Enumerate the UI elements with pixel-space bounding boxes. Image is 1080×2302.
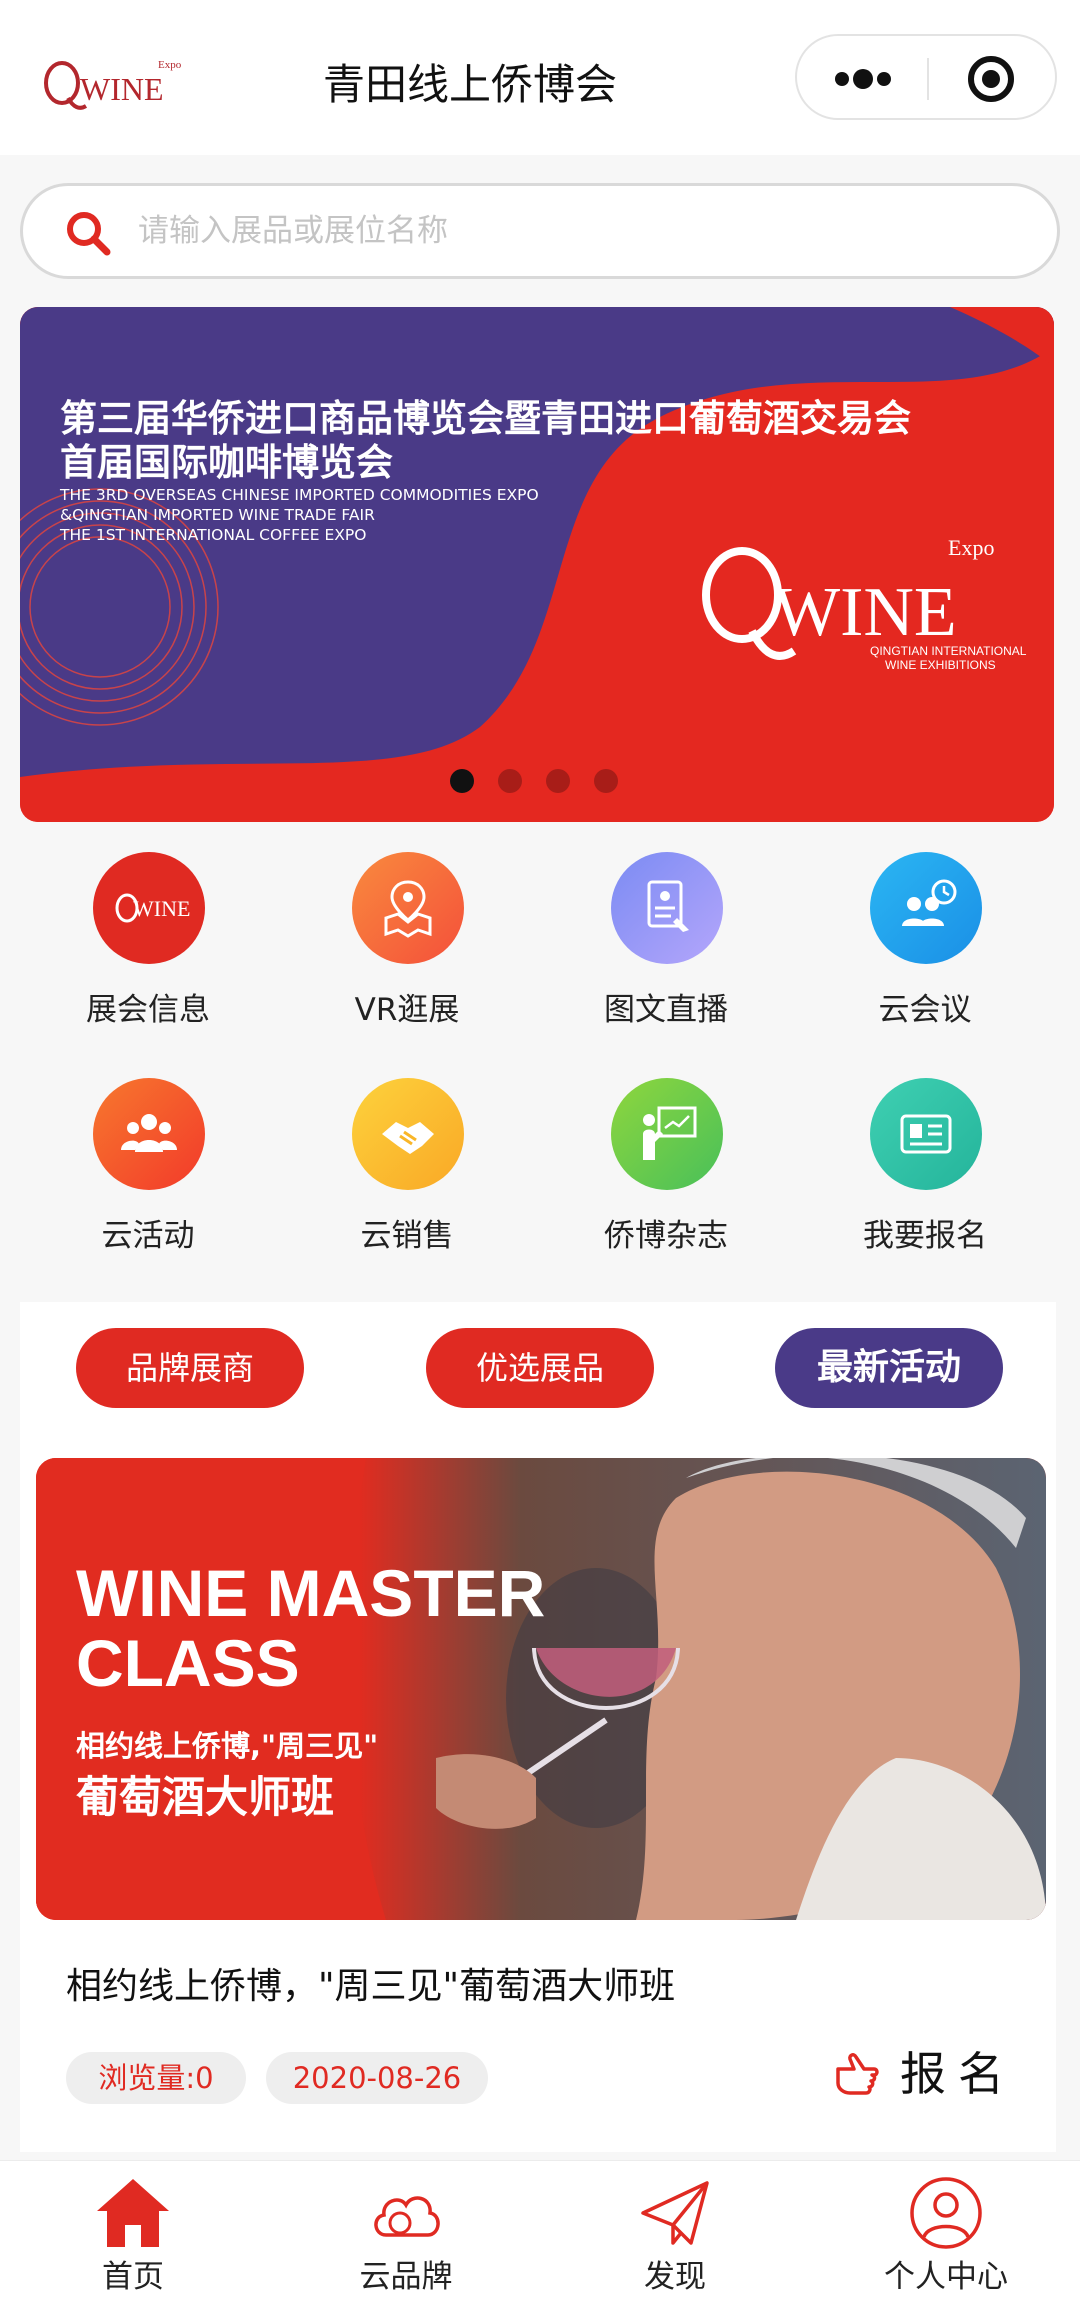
cover-chinese-title: 葡萄酒大师班 [76, 1773, 334, 1823]
nav-label: 发现 [644, 2259, 706, 2295]
svg-text:Expo: Expo [158, 59, 182, 71]
carousel-indicator [450, 769, 650, 795]
more-dots-icon [835, 69, 891, 89]
cover-headline-line2: CLASS [76, 1626, 300, 1700]
cover-subtitle: 相约线上侨博,"周三见" [76, 1729, 379, 1763]
banner-en-line2: &QINGTIAN IMPORTED WINE TRADE FAIR [60, 506, 375, 524]
menu-vr-tour[interactable]: VR逛展 [307, 852, 507, 1052]
pointing-hand-icon [836, 2053, 879, 2095]
tab-featured-products[interactable]: 优选展品 [426, 1328, 654, 1408]
meeting-clock-icon [870, 852, 982, 964]
qwine-logo: WINE Expo [44, 59, 182, 110]
search-bar[interactable] [20, 183, 1060, 279]
tab-latest-events[interactable]: 最新活动 [775, 1328, 1003, 1408]
menu-label: 我要报名 [863, 1218, 987, 1254]
nav-label: 云品牌 [359, 2259, 453, 2295]
menu-label: 图文直播 [604, 992, 728, 1028]
carousel-dot-2[interactable] [498, 769, 522, 793]
menu-magazine[interactable]: 侨博杂志 [566, 1078, 766, 1278]
map-pin-icon [352, 852, 464, 964]
menu-label: 云活动 [101, 1218, 195, 1254]
document-edit-icon [611, 852, 723, 964]
cloud-icon [374, 2196, 440, 2237]
nav-label: 个人中心 [884, 2259, 1008, 2295]
cover-headline: WINE MASTER CLASS [76, 1558, 545, 1698]
banner-title: 第三届华侨进口商品博览会暨青田进口葡萄酒交易会 首届国际咖啡博览会 [60, 397, 911, 485]
event-title[interactable]: 相约线上侨博，"周三见"葡萄酒大师班 [66, 1962, 675, 2012]
mini-program-capsule [795, 34, 1057, 120]
nav-discover[interactable]: 发现 [575, 2173, 775, 2302]
search-icon [67, 212, 111, 256]
nav-home[interactable]: 首页 [33, 2173, 233, 2302]
carousel-dot-1[interactable] [450, 769, 474, 793]
menu-label: 云会议 [878, 992, 972, 1028]
menu-cloud-activity[interactable]: 云活动 [48, 1078, 248, 1278]
id-card-icon [870, 1078, 982, 1190]
nav-label: 首页 [102, 2259, 164, 2295]
carousel-dot-4[interactable] [594, 769, 618, 793]
banner-en-line3: THE 1ST INTERNATIONAL COFFEE EXPO [60, 526, 367, 544]
menu-cloud-meeting[interactable]: 云会议 [825, 852, 1025, 1052]
menu-cloud-sales[interactable]: 云销售 [307, 1078, 507, 1278]
category-tabs: 品牌展商 优选展品 最新活动 [20, 1302, 1056, 1432]
view-count-badge: 浏览量:0 [66, 2052, 246, 2104]
banner-carousel[interactable]: 第三届华侨进口商品博览会暨青田进口葡萄酒交易会 首届国际咖啡博览会 THE 3R… [20, 307, 1054, 822]
menu-exhibition-info[interactable]: WINE 展会信息 [48, 852, 248, 1052]
svg-text:QINGTIAN INTERNATIONAL: QINGTIAN INTERNATIONAL [870, 644, 1027, 658]
svg-text:WINE EXHIBITIONS: WINE EXHIBITIONS [885, 658, 996, 672]
event-card: WINE MASTER CLASS 相约线上侨博,"周三见" 葡萄酒大师班 相约… [20, 1432, 1056, 2152]
user-icon [910, 2177, 982, 2249]
carousel-dot-3[interactable] [546, 769, 570, 793]
banner-title-line2: 首届国际咖啡博览会 [60, 441, 393, 484]
svg-text:WINE: WINE [774, 574, 957, 651]
menu-live-text[interactable]: 图文直播 [566, 852, 766, 1052]
menu-register[interactable]: 我要报名 [825, 1078, 1025, 1278]
banner-english-title: THE 3RD OVERSEAS CHINESE IMPORTED COMMOD… [60, 485, 539, 545]
close-miniprogram-button[interactable] [929, 36, 1057, 122]
cover-headline-line1: WINE MASTER [76, 1556, 546, 1630]
svg-text:WINE: WINE [80, 71, 164, 107]
svg-text:Expo: Expo [948, 535, 994, 560]
tab-brand-exhibitors[interactable]: 品牌展商 [76, 1328, 304, 1408]
banner-en-line1: THE 3RD OVERSEAS CHINESE IMPORTED COMMOD… [60, 486, 539, 504]
top-bar: WINE Expo 青田线上侨博会 [0, 0, 1080, 155]
banner-title-line1: 第三届华侨进口商品博览会暨青田进口葡萄酒交易会 [60, 397, 911, 440]
signup-button[interactable]: 报名 [830, 2037, 1030, 2113]
svg-text:WINE: WINE [133, 896, 190, 921]
event-date-badge: 2020-08-26 [266, 2052, 488, 2104]
more-button[interactable] [797, 36, 927, 122]
signup-label: 报名 [900, 2047, 1016, 2101]
bottom-tab-bar: 首页 云品牌 发现 个人中心 [0, 2160, 1080, 2302]
target-close-icon [968, 56, 1014, 102]
menu-label: 侨博杂志 [604, 1218, 728, 1254]
handshake-icon [352, 1078, 464, 1190]
presentation-icon [611, 1078, 723, 1190]
people-group-icon [93, 1078, 205, 1190]
app-title: 青田线上侨博会 [322, 60, 617, 109]
nav-profile[interactable]: 个人中心 [846, 2173, 1046, 2302]
page: WINE Expo 青田线上侨博会 请输入展品或展位名称 第三届华侨进口商品博览… [0, 0, 1080, 2302]
search-input[interactable] [138, 198, 1018, 264]
home-icon [97, 2179, 169, 2247]
nav-cloud-brand[interactable]: 云品牌 [306, 2173, 506, 2302]
qwine-logo-icon: WINE [93, 852, 205, 964]
banner-qwine-logo: WINE Expo QINGTIAN INTERNATIONAL WINE EX… [702, 535, 1027, 672]
menu-label: 展会信息 [86, 992, 210, 1028]
event-cover-image[interactable]: WINE MASTER CLASS 相约线上侨博,"周三见" 葡萄酒大师班 [36, 1458, 1046, 1920]
paper-plane-icon [641, 2181, 709, 2245]
menu-label: 云销售 [360, 1218, 454, 1254]
menu-label: VR逛展 [354, 992, 460, 1028]
